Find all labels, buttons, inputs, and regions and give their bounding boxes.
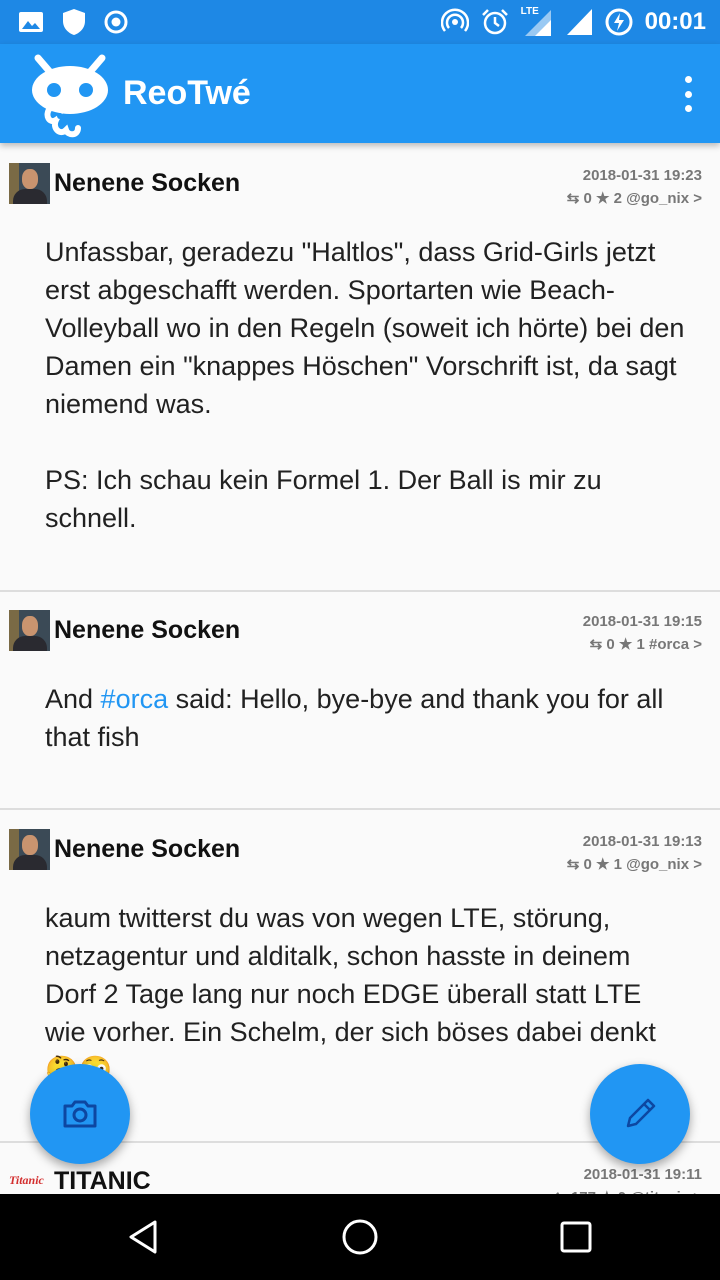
avatar[interactable] [9,829,50,870]
back-button[interactable] [118,1214,168,1260]
post-stats[interactable]: ⇆ 0 ★ 1 #orca > [583,633,702,656]
image-icon [19,12,43,32]
post-stats[interactable]: ⇆ 177 ★ 0 @titanic > [554,1186,702,1194]
app-bar: ReoTwé [0,44,720,143]
post-meta: 2018-01-31 19:11 ⇆ 177 ★ 0 @titanic > [554,1163,702,1194]
camera-icon [63,1100,97,1128]
battery-charging-icon [605,8,633,36]
post-body-text: And [45,684,101,714]
recents-button[interactable] [551,1214,601,1260]
post-author[interactable]: Nenene Socken [54,616,240,645]
home-icon [342,1219,378,1255]
more-vertical-icon[interactable] [678,76,698,112]
post-timestamp: 2018-01-31 19:23 [582,167,702,184]
shield-icon [63,9,85,35]
post-item[interactable]: Nenene Socken 2018-01-31 19:23 ⇆ 0 ★ 2 @… [0,143,720,592]
signal-icon [524,10,551,36]
status-system: LTE 00:01 [440,6,706,38]
compose-button[interactable] [590,1064,690,1164]
signal-icon [566,9,592,35]
status-time: 00:01 [644,8,706,35]
post-item[interactable]: Nenene Socken 2018-01-31 19:15 ⇆ 0 ★ 1 #… [0,592,720,810]
post-stats[interactable]: ⇆ 0 ★ 2 @go_nix > [567,187,702,210]
camera-button[interactable] [30,1064,130,1164]
lte-signal: LTE [521,6,555,36]
app-title: ReoTwé [123,74,251,112]
avatar[interactable] [9,610,50,651]
post-meta: 2018-01-31 19:15 ⇆ 0 ★ 1 #orca > [583,610,702,656]
post-timestamp: 2018-01-31 19:15 [582,613,702,630]
pencil-icon [626,1098,656,1128]
post-author[interactable]: Nenene Socken [54,169,240,198]
hotspot-icon [440,8,469,32]
post-meta: 2018-01-31 19:13 ⇆ 0 ★ 1 @go_nix > [567,830,702,876]
post-body: And #orca said: Hello, bye-bye and thank… [45,680,685,756]
timeline-feed[interactable]: Nenene Socken 2018-01-31 19:23 ⇆ 0 ★ 2 @… [0,143,720,1194]
post-timestamp: 2018-01-31 19:11 [583,1166,702,1183]
post-body: kaum twitterst du was von wegen LTE, stö… [45,903,656,1085]
navigation-bar [0,1194,720,1280]
app-logo-icon [32,54,108,138]
record-icon [104,10,128,34]
post-author[interactable]: TITANIC [54,1167,151,1194]
post-stats[interactable]: ⇆ 0 ★ 1 @go_nix > [567,853,702,876]
hashtag-link[interactable]: #orca [101,684,169,714]
alarm-icon [481,9,508,35]
status-bar: LTE 00:01 [0,0,720,44]
home-button[interactable] [335,1214,385,1260]
post-meta: 2018-01-31 19:23 ⇆ 0 ★ 2 @go_nix > [567,164,702,210]
post-author[interactable]: Nenene Socken [54,835,240,864]
recents-icon [560,1221,592,1253]
back-icon [129,1220,157,1254]
post-timestamp: 2018-01-31 19:13 [582,833,702,850]
status-notifications [18,8,128,36]
avatar[interactable] [9,163,50,204]
avatar[interactable]: Titanic [9,1169,49,1191]
post-body: Unfassbar, geradezu "Haltlos", dass Grid… [45,237,685,533]
